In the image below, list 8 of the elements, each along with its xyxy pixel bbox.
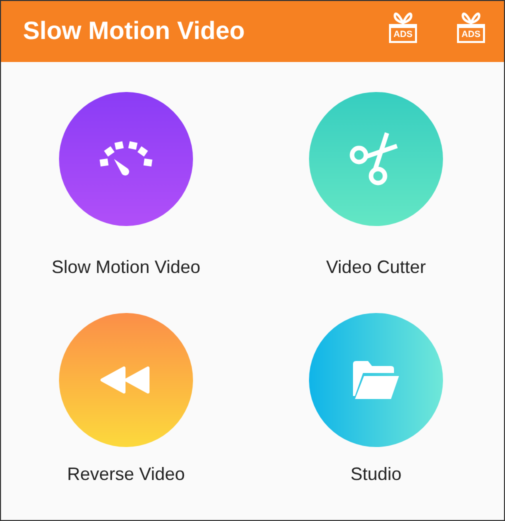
rewind-icon <box>100 366 152 394</box>
tool-label: Reverse Video <box>67 463 185 485</box>
tool-label: Video Cutter <box>326 256 426 278</box>
folder-icon <box>351 360 401 400</box>
speedometer-icon <box>98 141 154 177</box>
tool-label: Studio <box>350 463 402 485</box>
tool-label: Slow Motion Video <box>52 256 200 278</box>
app-title: Slow Motion Video <box>23 17 245 46</box>
